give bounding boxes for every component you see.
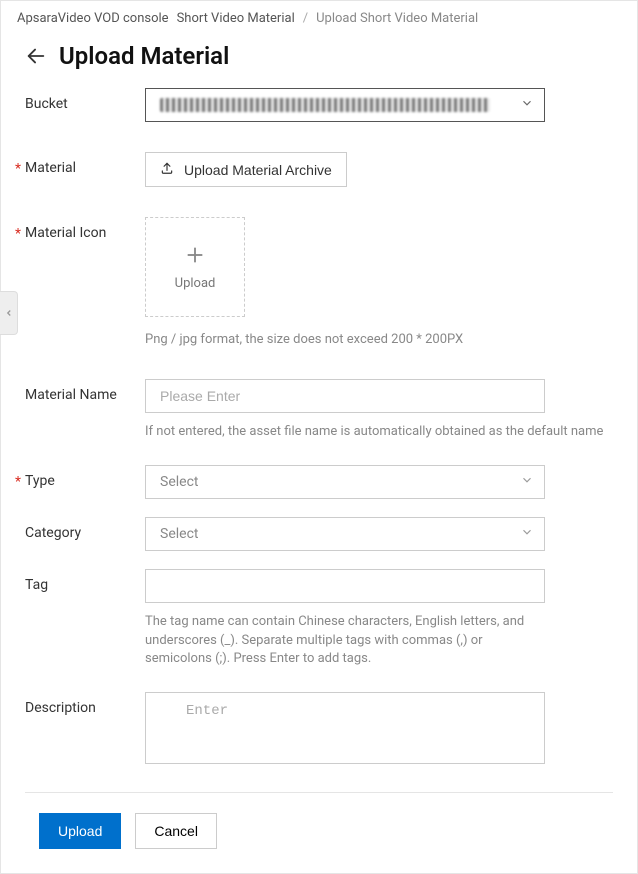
back-arrow-icon[interactable] bbox=[25, 45, 47, 67]
cancel-button[interactable]: Cancel bbox=[135, 813, 217, 849]
page-title: Upload Material bbox=[59, 42, 229, 70]
type-select[interactable]: Select bbox=[145, 465, 545, 499]
upload-button[interactable]: Upload bbox=[39, 813, 121, 849]
label-bucket: Bucket bbox=[25, 88, 145, 112]
material-name-input[interactable] bbox=[145, 379, 545, 413]
chevron-down-icon bbox=[520, 96, 534, 114]
breadcrumb-item-current: Upload Short Video Material bbox=[316, 11, 478, 26]
breadcrumb-item-material[interactable]: Short Video Material bbox=[177, 11, 295, 26]
icon-hint: Png / jpg format, the size does not exce… bbox=[145, 331, 545, 349]
upload-material-archive-button[interactable]: Upload Material Archive bbox=[145, 152, 347, 187]
chevron-down-icon bbox=[520, 473, 534, 491]
upload-material-archive-label: Upload Material Archive bbox=[184, 162, 332, 178]
label-category: Category bbox=[25, 517, 145, 541]
bucket-select[interactable] bbox=[145, 88, 545, 122]
bucket-value-redacted bbox=[160, 98, 490, 112]
divider bbox=[25, 792, 613, 793]
label-material: Material bbox=[25, 152, 145, 176]
breadcrumb: ApsaraVideo VOD console Short Video Mate… bbox=[1, 1, 637, 30]
label-material-icon: Material Icon bbox=[25, 217, 145, 241]
upload-icon-label: Upload bbox=[175, 276, 216, 291]
upload-icon-area[interactable]: Upload bbox=[145, 217, 245, 317]
label-type: Type bbox=[25, 465, 145, 489]
category-select-placeholder: Select bbox=[160, 526, 198, 542]
chevron-down-icon bbox=[520, 525, 534, 543]
label-material-name: Material Name bbox=[25, 379, 145, 403]
category-select[interactable]: Select bbox=[145, 517, 545, 551]
upload-icon bbox=[160, 161, 174, 178]
breadcrumb-separator: / bbox=[303, 11, 308, 26]
sidebar-collapse-toggle[interactable] bbox=[0, 291, 18, 335]
tag-hint: The tag name can contain Chinese charact… bbox=[145, 613, 545, 668]
breadcrumb-item-console[interactable]: ApsaraVideo VOD console bbox=[17, 11, 169, 26]
description-textarea[interactable] bbox=[145, 692, 545, 764]
name-hint: If not entered, the asset file name is a… bbox=[145, 423, 613, 441]
type-select-placeholder: Select bbox=[160, 474, 198, 490]
tag-input[interactable] bbox=[145, 569, 545, 603]
plus-icon bbox=[184, 244, 206, 266]
label-description: Description bbox=[25, 692, 145, 716]
label-tag: Tag bbox=[25, 569, 145, 593]
